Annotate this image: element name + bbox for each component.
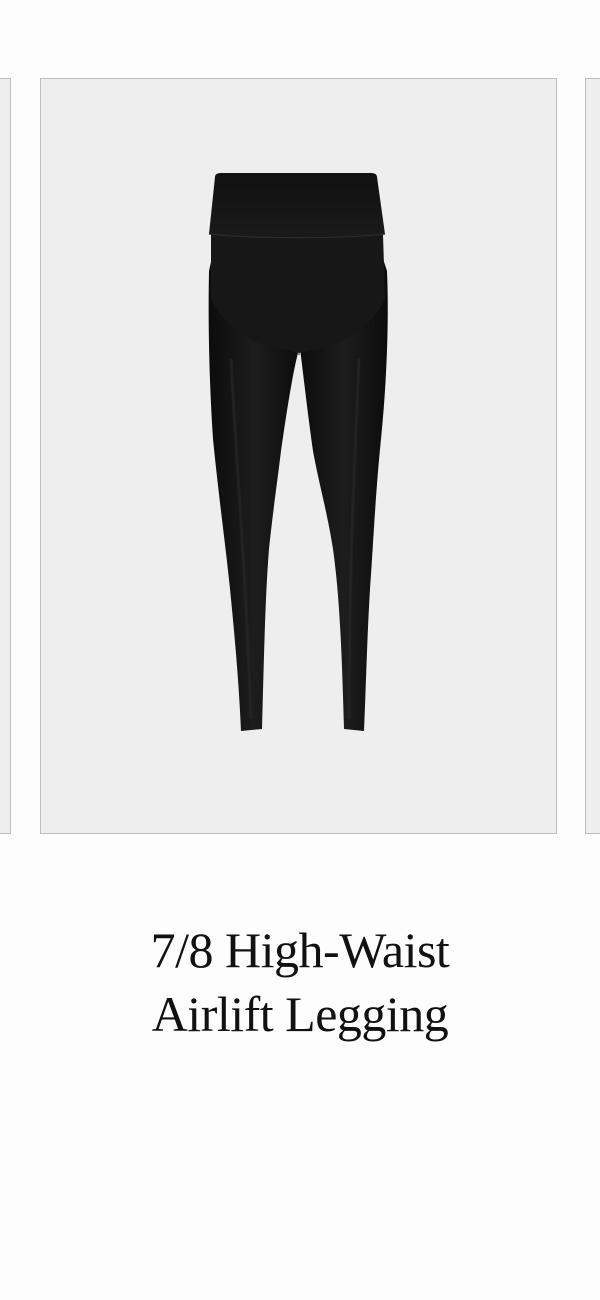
product-title-line-2: Airlift Legging	[151, 986, 449, 1042]
legging-waistband	[209, 173, 385, 238]
previous-product-card[interactable]	[0, 78, 11, 834]
product-carousel	[0, 0, 600, 840]
product-title[interactable]: 7/8 High-Waist Airlift Legging	[0, 918, 600, 1046]
next-product-card[interactable]	[585, 78, 600, 834]
product-title-line-1: 7/8 High-Waist	[150, 922, 450, 978]
product-card[interactable]	[40, 78, 557, 834]
legging-product-image	[208, 173, 388, 731]
